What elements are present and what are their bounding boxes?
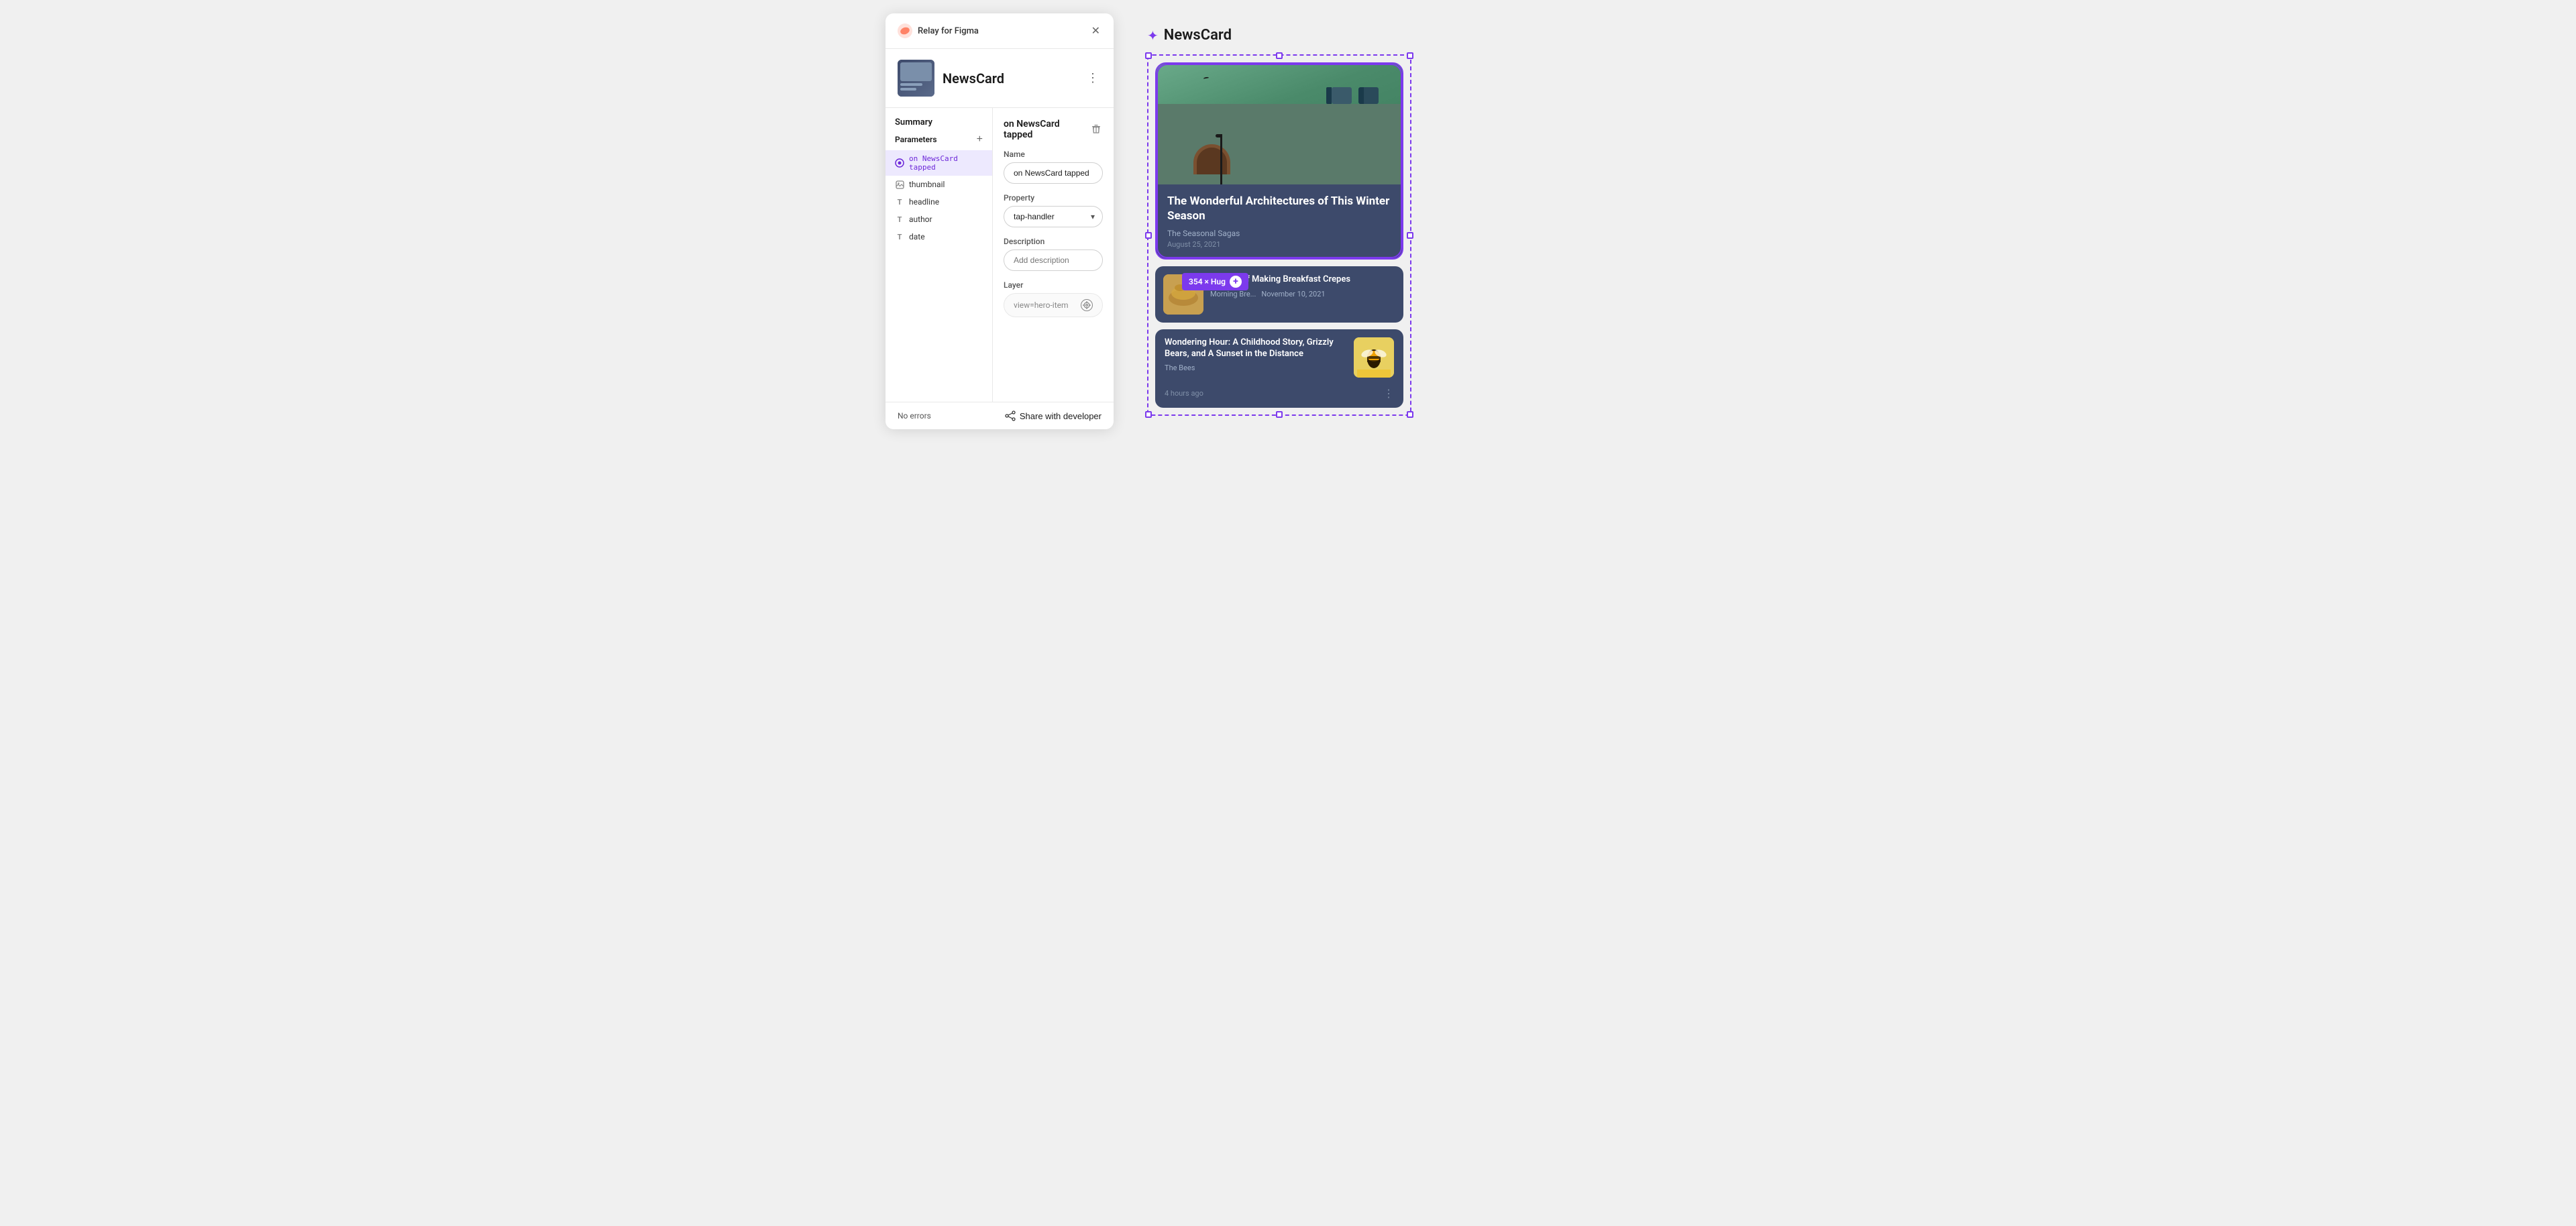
news-cards-container: The Wonderful Architectures of This Wint… — [1155, 62, 1403, 408]
name-label: Name — [1004, 150, 1103, 159]
target-icon — [1081, 299, 1093, 311]
bottom-card-inner: Wondering Hour: A Childhood Story, Grizz… — [1165, 337, 1394, 378]
app-title: Relay for Figma — [918, 26, 979, 36]
small-card-meta: Morning Bre... November 10, 2021 — [1210, 290, 1395, 298]
bottom-card-more-button[interactable]: ⋮ — [1383, 387, 1394, 400]
bottom-card-author: The Bees — [1165, 364, 1347, 372]
param-name-thumbnail: thumbnail — [909, 180, 945, 189]
bee-thumbnail — [1354, 337, 1394, 378]
size-badge: 354 × Hug + — [1182, 273, 1248, 290]
bottom-card[interactable]: Wondering Hour: A Childhood Story, Grizz… — [1155, 329, 1403, 408]
right-column: on NewsCard tapped — [993, 108, 1114, 402]
size-badge-plus-icon: + — [1230, 276, 1242, 288]
hero-author: The Seasonal Sagas — [1167, 229, 1391, 238]
corner-handle-bm[interactable] — [1276, 411, 1283, 418]
hero-card-content: The Wonderful Architectures of This Wint… — [1157, 184, 1402, 258]
corner-handle-tl[interactable] — [1145, 52, 1152, 59]
panel-header: Relay for Figma ✕ — [885, 13, 1114, 49]
layer-display: view=hero-item — [1004, 293, 1103, 317]
panel-footer: No errors Share with developer — [885, 402, 1114, 429]
event-icon — [895, 158, 904, 168]
close-icon: ✕ — [1091, 24, 1100, 38]
canvas-header: ✦ NewsCard — [1147, 27, 1677, 44]
relay-canvas-icon: ✦ — [1147, 27, 1159, 44]
property-field-row: Property tap-handler long-press-handler … — [1004, 193, 1103, 227]
param-item-headline[interactable]: T headline — [885, 193, 992, 211]
param-item-event[interactable]: on NewsCard tapped — [885, 150, 992, 176]
size-badge-label: 354 × Hug — [1189, 277, 1226, 286]
corner-handle-mr[interactable] — [1407, 232, 1413, 239]
params-header: Parameters + — [885, 134, 992, 150]
more-icon: ⋮ — [1087, 71, 1099, 85]
description-label: Description — [1004, 237, 1103, 246]
delete-button[interactable] — [1089, 122, 1103, 137]
component-header: NewsCard ⋮ — [885, 49, 1114, 108]
property-select[interactable]: tap-handler long-press-handler — [1004, 206, 1103, 227]
bottom-card-headline: Wondering Hour: A Childhood Story, Grizz… — [1165, 337, 1347, 360]
description-input[interactable] — [1004, 249, 1103, 271]
canvas-panel: ✦ NewsCard — [1134, 13, 1690, 429]
summary-title: Summary — [885, 117, 992, 134]
param-item-author[interactable]: T author — [885, 211, 992, 228]
small-card-author: Morning Bre... — [1210, 290, 1256, 298]
text-icon-date: T — [895, 232, 904, 241]
delete-icon — [1091, 125, 1102, 136]
params-title: Parameters — [895, 135, 937, 144]
param-item-thumbnail[interactable]: thumbnail — [885, 176, 992, 193]
hero-date: August 25, 2021 — [1167, 240, 1391, 249]
corner-handle-tr[interactable] — [1407, 52, 1413, 59]
panel-body: Summary Parameters + — [885, 108, 1114, 402]
param-name-headline: headline — [909, 197, 939, 207]
bottom-card-footer: 4 hours ago ⋮ — [1165, 387, 1394, 400]
left-column: Summary Parameters + — [885, 108, 993, 402]
property-select-wrapper: tap-handler long-press-handler ▾ — [1004, 206, 1103, 227]
component-info: NewsCard — [898, 60, 1004, 97]
add-param-button[interactable]: + — [977, 134, 983, 145]
param-name-author: author — [909, 215, 932, 224]
panel-header-left: Relay for Figma — [898, 23, 979, 38]
layer-field-row: Layer view=hero-item — [1004, 280, 1103, 317]
param-list: on NewsCard tapped thumbnail — [885, 150, 992, 245]
share-icon — [1005, 410, 1016, 421]
left-panel: Relay for Figma ✕ NewsCard ⋮ — [885, 13, 1114, 429]
right-col-header: on NewsCard tapped — [1004, 119, 1103, 140]
relay-logo-icon — [898, 23, 912, 38]
corner-handle-bl[interactable] — [1145, 411, 1152, 418]
small-card-crepe[interactable]: The Art of Making Breakfast Crepes Morni… — [1155, 266, 1403, 323]
param-item-date[interactable]: T date — [885, 228, 992, 245]
corner-handle-ml[interactable] — [1145, 232, 1152, 239]
component-more-button[interactable]: ⋮ — [1084, 68, 1102, 88]
time-ago-label: 4 hours ago — [1165, 389, 1203, 398]
description-field-row: Description — [1004, 237, 1103, 271]
no-errors-label: No errors — [898, 411, 931, 421]
hero-headline: The Wonderful Architectures of This Wint… — [1167, 194, 1391, 223]
name-input[interactable] — [1004, 162, 1103, 184]
name-field-row: Name — [1004, 150, 1103, 184]
canvas-selection-area: The Wonderful Architectures of This Wint… — [1147, 54, 1411, 416]
component-name: NewsCard — [943, 70, 1004, 87]
param-name-date: date — [909, 232, 925, 241]
layer-value: view=hero-item — [1014, 300, 1069, 310]
image-icon — [895, 180, 904, 189]
corner-handle-tm[interactable] — [1276, 52, 1283, 59]
component-thumbnail — [898, 60, 934, 97]
text-icon-headline: T — [895, 197, 904, 207]
bottom-card-content: Wondering Hour: A Childhood Story, Grizz… — [1165, 337, 1347, 372]
add-icon: + — [977, 133, 983, 145]
canvas-title: NewsCard — [1164, 27, 1232, 44]
event-editor-title: on NewsCard tapped — [1004, 119, 1089, 140]
property-label: Property — [1004, 193, 1103, 203]
share-label: Share with developer — [1020, 411, 1102, 421]
close-button[interactable]: ✕ — [1090, 23, 1102, 39]
param-name-event: on NewsCard tapped — [909, 154, 983, 172]
text-icon-author: T — [895, 215, 904, 224]
layer-label: Layer — [1004, 280, 1103, 290]
share-button[interactable]: Share with developer — [1005, 410, 1102, 421]
corner-handle-br[interactable] — [1407, 411, 1413, 418]
hero-card-image — [1157, 64, 1402, 184]
hero-card[interactable]: The Wonderful Architectures of This Wint… — [1155, 62, 1403, 260]
small-card-date: November 10, 2021 — [1261, 290, 1325, 298]
